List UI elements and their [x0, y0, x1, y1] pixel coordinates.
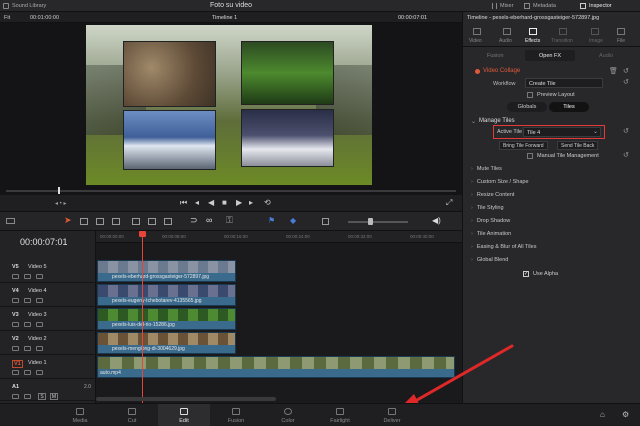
edit-icon [180, 408, 188, 415]
tab-label: Color [281, 418, 295, 424]
color-icon [284, 408, 292, 415]
media-icon [76, 408, 84, 415]
tab-label: Edit [179, 418, 189, 424]
tab-fairlight[interactable]: Fairlight [314, 404, 366, 426]
settings-gear-icon[interactable]: ⚙ [622, 410, 629, 419]
tab-edit[interactable]: Edit [158, 404, 210, 426]
tab-label: Fairlight [330, 418, 350, 424]
tab-label: Fusion [227, 418, 245, 424]
tab-media[interactable]: Media [54, 404, 106, 426]
deliver-icon [388, 408, 396, 415]
fairlight-icon [336, 408, 344, 415]
page-tabs: Media Cut Edit Fusion Color Fairlight De… [0, 403, 640, 426]
tab-label: Media [72, 418, 88, 424]
home-icon[interactable]: ⌂ [600, 410, 605, 419]
fusion-icon [232, 408, 240, 415]
tab-label: Cut [127, 418, 137, 424]
tab-label: Deliver [383, 418, 401, 424]
tab-fusion[interactable]: Fusion [210, 404, 262, 426]
annotation-arrow [398, 344, 514, 410]
cut-icon [128, 408, 136, 415]
tab-color[interactable]: Color [262, 404, 314, 426]
tab-deliver[interactable]: Deliver [366, 404, 418, 426]
tab-cut[interactable]: Cut [106, 404, 158, 426]
